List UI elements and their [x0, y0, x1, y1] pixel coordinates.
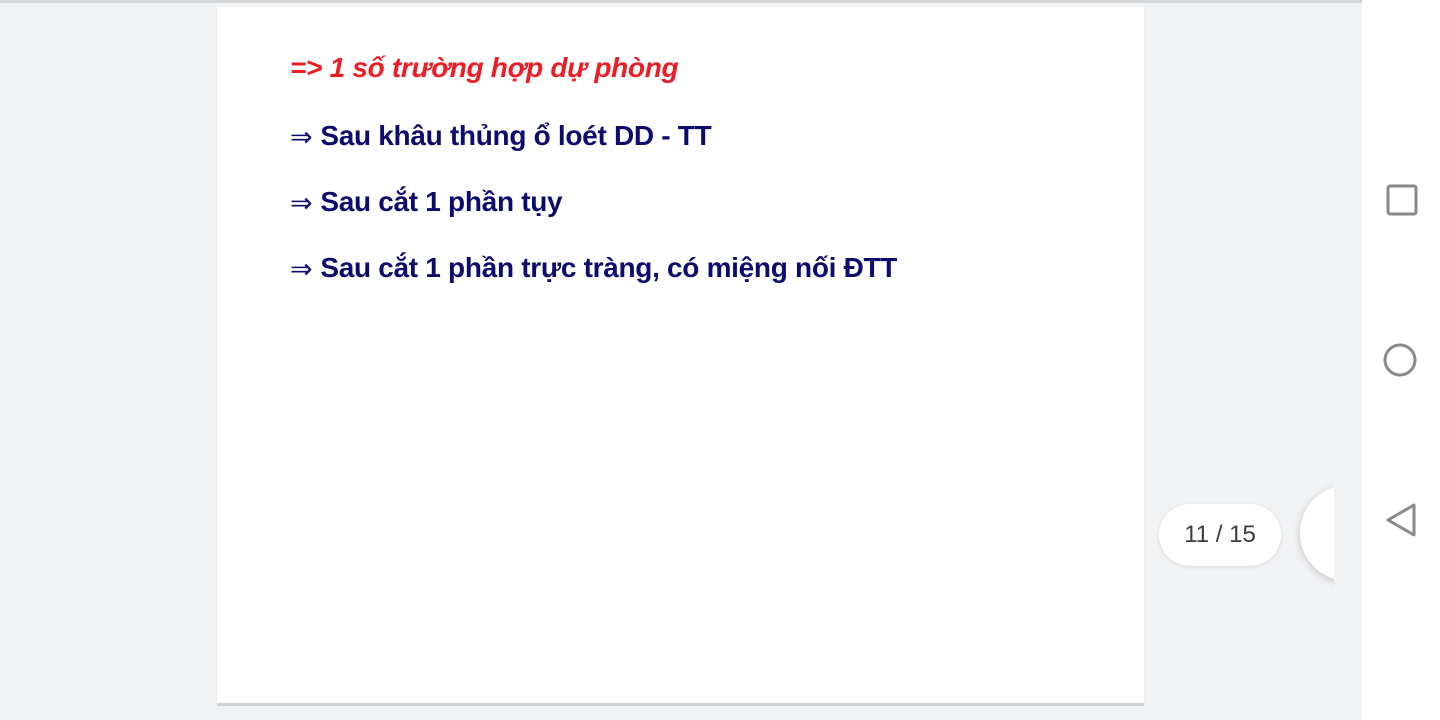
- double-arrow-icon: ⇒: [290, 122, 313, 152]
- slide-page: => 1 số trường hợp dự phòng ⇒ Sau khâu th…: [217, 7, 1144, 703]
- system-navigation-bar: [1362, 0, 1440, 720]
- scroll-up-down-icon: [1330, 512, 1358, 552]
- bullet-text: Sau cắt 1 phần tụy: [320, 186, 563, 217]
- back-button[interactable]: [1382, 500, 1422, 540]
- document-viewer[interactable]: => 1 số trường hợp dự phòng ⇒ Sau khâu th…: [0, 0, 1362, 720]
- slide-heading: => 1 số trường hợp dự phòng: [290, 52, 679, 83]
- bullet-text: Sau khâu thủng ổ loét DD - TT: [320, 120, 712, 151]
- double-arrow-icon: ⇒: [290, 254, 313, 284]
- circle-icon: [1383, 343, 1417, 377]
- bullet-line: ⇒ Sau cắt 1 phần tụy: [290, 186, 563, 218]
- previous-slide-edge: [0, 0, 1362, 3]
- bullet-text: Sau cắt 1 phần trực tràng, có miệng nối …: [320, 252, 898, 283]
- recents-button[interactable]: [1382, 180, 1422, 220]
- triangle-back-icon: [1386, 503, 1416, 537]
- next-slide-edge: [217, 703, 1144, 706]
- page-indicator: 11 / 15: [1159, 504, 1281, 566]
- bullet-line: ⇒ Sau khâu thủng ổ loét DD - TT: [290, 120, 712, 152]
- double-arrow-icon: ⇒: [290, 188, 313, 218]
- square-icon: [1386, 184, 1418, 216]
- home-button[interactable]: [1382, 340, 1422, 380]
- bullet-line: ⇒ Sau cắt 1 phần trực tràng, có miệng nối…: [290, 252, 897, 284]
